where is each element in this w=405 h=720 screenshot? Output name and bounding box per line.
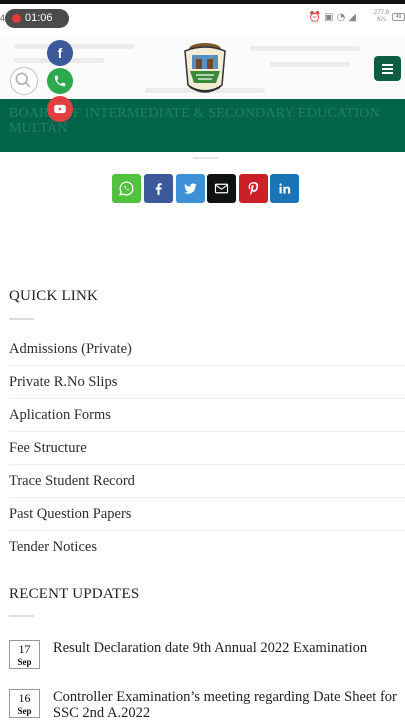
hamburger-icon — [382, 64, 393, 66]
board-logo[interactable] — [176, 41, 234, 97]
twitter-icon — [184, 183, 197, 194]
network-speed-unit: K/s — [377, 17, 386, 23]
title-divider — [193, 157, 218, 159]
hamburger-icon — [382, 68, 393, 70]
email-icon — [214, 183, 229, 194]
update-month: Sep — [17, 657, 32, 667]
status-icons: ⏰▣◔◢ — [308, 12, 359, 23]
network-speed-value: 277.9 — [373, 10, 389, 16]
youtube-icon — [54, 104, 66, 114]
search-icon — [15, 72, 31, 88]
quick-link-fee-structure[interactable]: Fee Structure — [9, 432, 405, 465]
share-twitter-button[interactable] — [176, 174, 205, 203]
quick-link-list: Admissions (Private) Private R.No Slips … — [9, 333, 405, 564]
status-bar: 4: 01:06 ⏰▣◔◢ 277.9 K/s 49 — [0, 0, 405, 36]
share-pinterest-button[interactable] — [239, 174, 268, 203]
network-speed: 277.9 K/s — [374, 10, 389, 24]
linkedin-icon — [279, 183, 291, 194]
recent-updates-heading: RECENT UPDATES — [9, 586, 140, 602]
header-ghost-line — [250, 46, 360, 51]
update-day: 16 — [18, 691, 31, 705]
status-time: 01:06 — [25, 12, 53, 24]
whatsapp-icon — [119, 181, 134, 196]
phone-icon — [54, 75, 66, 87]
floating-phone-button[interactable] — [47, 68, 73, 94]
battery-icon: 49 — [392, 13, 405, 21]
update-day: 17 — [18, 642, 31, 656]
quick-link-heading: QUICK LINK — [9, 288, 99, 304]
recent-updates-rule — [9, 615, 34, 617]
quick-link-past-question-papers[interactable]: Past Question Papers — [9, 498, 405, 531]
update-date-badge: 16 Sep — [9, 689, 40, 718]
header-ghost-line — [14, 44, 134, 49]
update-title[interactable]: Result Declaration date 9th Annual 2022 … — [53, 640, 403, 656]
menu-button[interactable] — [374, 56, 401, 81]
facebook-icon — [155, 183, 162, 195]
share-whatsapp-button[interactable] — [112, 174, 141, 203]
share-facebook-button[interactable] — [144, 174, 173, 203]
quick-link-roll-no-slips[interactable]: Private R.No Slips — [9, 366, 405, 399]
search-button[interactable] — [10, 67, 38, 95]
floating-facebook-button[interactable]: f — [47, 40, 73, 66]
update-item[interactable]: 16 Sep Controller Examination’s meeting … — [9, 689, 399, 720]
hamburger-icon — [382, 72, 393, 74]
update-month: Sep — [17, 706, 32, 716]
floating-youtube-button[interactable] — [47, 96, 73, 122]
update-title[interactable]: Controller Examination’s meeting regardi… — [53, 689, 403, 720]
quick-link-rule — [9, 318, 34, 320]
recording-dot-icon — [12, 14, 21, 23]
share-email-button[interactable] — [207, 174, 236, 203]
quick-link-trace-student-record[interactable]: Trace Student Record — [9, 465, 405, 498]
status-bar-top-edge — [0, 0, 405, 4]
quick-link-application-forms[interactable]: Aplication Forms — [9, 399, 405, 432]
header-ghost-line — [270, 62, 350, 67]
pinterest-icon — [248, 182, 259, 196]
facebook-icon: f — [57, 45, 63, 61]
share-linkedin-button[interactable] — [270, 174, 299, 203]
quick-link-tender-notices[interactable]: Tender Notices — [9, 531, 405, 564]
update-date-badge: 17 Sep — [9, 640, 40, 669]
quick-link-admissions[interactable]: Admissions (Private) — [9, 333, 405, 366]
update-item[interactable]: 17 Sep Result Declaration date 9th Annua… — [9, 640, 399, 670]
